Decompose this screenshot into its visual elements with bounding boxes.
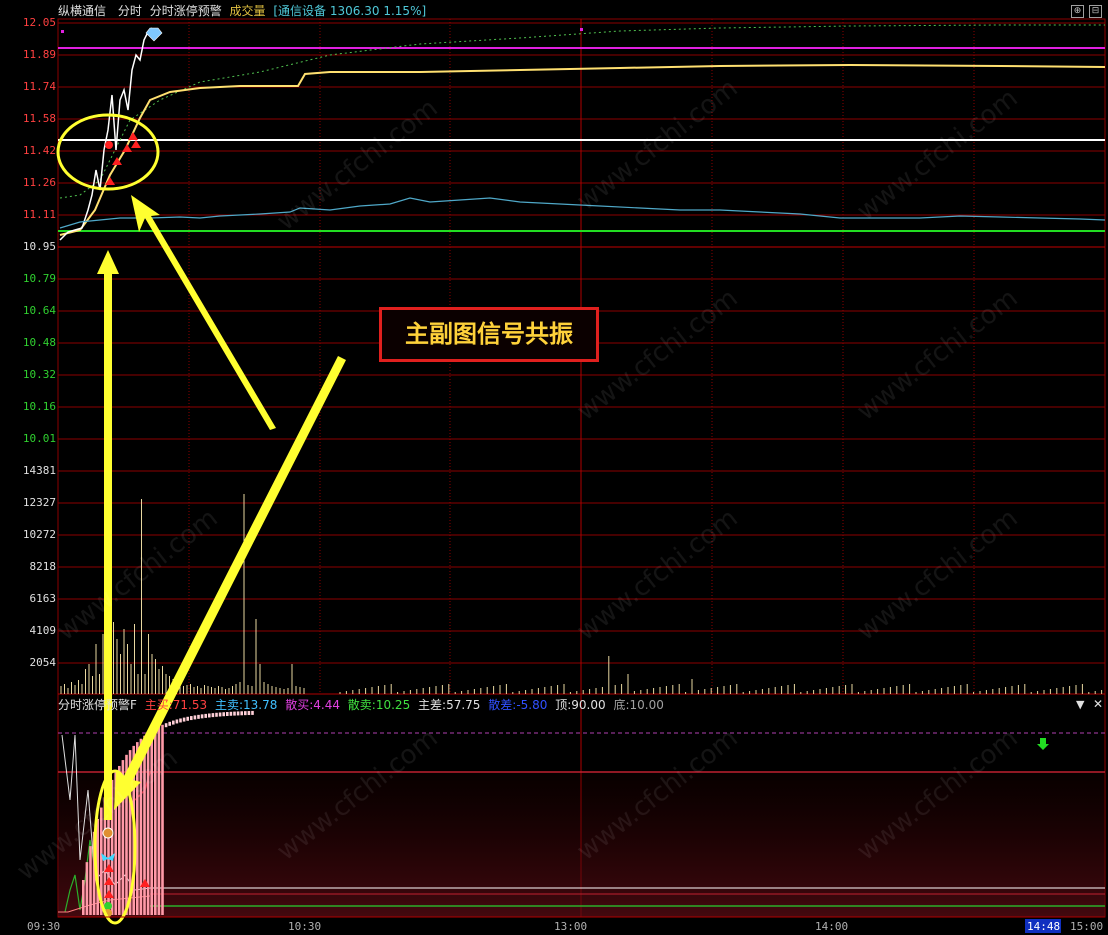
zoom-icon[interactable]: ⊕	[1071, 5, 1084, 18]
staircase-bar	[236, 711, 240, 716]
retail-diff-label: 散差:	[488, 698, 517, 712]
retail-sell-label: 散卖:	[347, 698, 376, 712]
volume-tick-label: 6163	[29, 592, 57, 605]
staircase-bar	[82, 880, 85, 915]
volume-tick-label: 2054	[29, 656, 57, 669]
indicator-name[interactable]: 分时涨停预警	[150, 4, 222, 18]
volume-tick-label: 10272	[22, 528, 56, 541]
price-tick-label: 10.32	[22, 368, 56, 381]
green-dot-icon	[104, 902, 112, 910]
limit-marker-icon	[61, 30, 64, 33]
view-mode[interactable]: 分时	[118, 4, 142, 18]
staircase-bar	[193, 715, 197, 720]
top-value: 90.00	[571, 698, 606, 712]
main-diff-label: 主差:	[418, 698, 447, 712]
price-tick-label: 11.11	[22, 208, 56, 221]
price-tick-label: 10.64	[22, 304, 56, 317]
staircase-bar	[164, 723, 168, 728]
sector-dotted-line	[59, 24, 1105, 199]
volume-label: 成交量	[229, 4, 266, 18]
main-sell-label: 主卖:	[214, 698, 244, 712]
sector-change: 1.15%]	[383, 4, 427, 18]
limit-marker-icon	[580, 28, 583, 31]
main-sell-value: 13.78	[243, 698, 278, 712]
down-arrow-icon	[1037, 738, 1049, 750]
time-label: 14:00	[815, 920, 849, 933]
price-tick-label: 11.58	[22, 112, 56, 125]
diamond-icon	[145, 27, 163, 42]
main-diff-value: 57.75	[446, 698, 481, 712]
price-tick-label: 12.05	[22, 16, 56, 29]
top-label: 顶:	[555, 698, 572, 712]
staircase-bar	[208, 713, 211, 718]
staircase-bar	[182, 717, 186, 722]
close-icon[interactable]: ✕	[1093, 697, 1103, 711]
staircase-bar	[204, 713, 207, 718]
staircase-bar	[89, 846, 92, 915]
time-label: 09:30	[27, 920, 61, 933]
price-tick-label: 10.48	[22, 336, 56, 349]
volume-tick-label: 4109	[29, 624, 57, 637]
staircase-bar	[218, 712, 222, 717]
staircase-bar	[175, 719, 179, 724]
title-bar: 纵横通信 分时 分时涨停预警 成交量 [通信设备 1306.30 1.15%]	[58, 4, 426, 18]
staircase-bar	[197, 714, 200, 719]
sub-chart-header: 分时涨停预警F 主买:71.53 主卖:13.78 散买:4.44 散卖:10.…	[58, 698, 664, 712]
staircase-bar	[222, 712, 225, 717]
price-tick-label: 10.01	[22, 432, 56, 445]
cursor-time: 14:48	[1027, 920, 1061, 933]
staircase-bar	[200, 714, 204, 719]
time-label: 10:30	[288, 920, 322, 933]
main-buy-label: 主买:	[144, 698, 173, 712]
sector-value: 1306.30	[329, 4, 380, 18]
price-tick-label: 10.79	[22, 272, 56, 285]
staircase-bar	[190, 716, 193, 721]
staircase-bar	[229, 711, 233, 716]
retail-buy-value: 4.44	[313, 698, 340, 712]
volume-tick-label: 14381	[22, 464, 56, 477]
sector-label: [通信设备	[273, 4, 327, 18]
retail-buy-label: 散买:	[285, 698, 314, 712]
chart-window: { "header": { "stock_name": "纵横通信", "vie…	[0, 0, 1108, 935]
retail-diff-value: -5.80	[516, 698, 548, 712]
bottom-value: 10.00	[629, 698, 664, 712]
price-tick-label: 11.74	[22, 80, 56, 93]
main-buy-value: 71.53	[172, 698, 208, 712]
staircase-bar	[233, 711, 236, 716]
volume-tick-label: 12327	[22, 496, 56, 509]
staircase-bar	[168, 721, 171, 726]
bottom-label: 底:	[613, 698, 630, 712]
price-tick-label: 10.95	[22, 240, 56, 253]
sub-indicator-name[interactable]: 分时涨停预警F	[58, 698, 137, 712]
staircase-bar	[172, 720, 175, 725]
signal-resonance-callout: 主副图信号共振	[379, 307, 599, 362]
price-tick-label: 11.89	[22, 48, 56, 61]
staircase-bar	[226, 711, 229, 716]
price-tick-label: 11.42	[22, 144, 56, 157]
price-tick-label: 10.16	[22, 400, 56, 413]
staircase-bar	[211, 713, 215, 718]
coin-icon	[102, 827, 114, 839]
time-label: 13:00	[554, 920, 588, 933]
price-tick-label: 11.26	[22, 176, 56, 189]
settings-icon[interactable]: ⊟	[1089, 5, 1102, 18]
volume-tick-label: 8218	[29, 560, 57, 573]
annotation-arrows	[97, 195, 346, 820]
staircase-bar	[186, 716, 189, 721]
staircase-bar	[85, 862, 89, 915]
retail-sell-value: 10.25	[375, 698, 411, 712]
dropdown-icon[interactable]: ▼	[1076, 698, 1084, 712]
stock-name[interactable]: 纵横通信	[58, 4, 106, 18]
time-label: 15:00	[1070, 920, 1104, 933]
staircase-bar	[179, 718, 182, 723]
staircase-bar	[215, 712, 218, 717]
